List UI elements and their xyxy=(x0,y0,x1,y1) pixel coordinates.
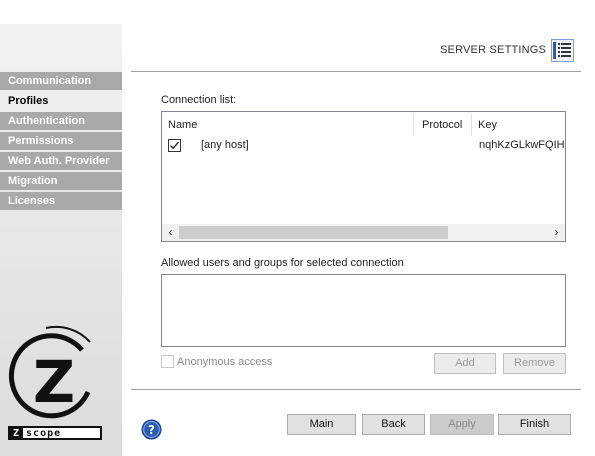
logo-word-first: Z xyxy=(10,428,24,439)
logo-letter: Z xyxy=(33,348,75,416)
users-list-label: Allowed users and groups for selected co… xyxy=(161,257,404,269)
logo-word-rest: scope xyxy=(26,427,62,439)
help-icon[interactable]: ? xyxy=(141,419,162,440)
anonymous-access-checkbox[interactable] xyxy=(161,355,174,368)
scrollbar-thumb[interactable] xyxy=(179,226,448,239)
horizontal-scrollbar[interactable]: ‹ › xyxy=(162,224,565,241)
sidebar-item-communication[interactable]: Communication xyxy=(0,72,122,90)
column-header-name[interactable]: Name xyxy=(162,112,197,137)
main-button[interactable]: Main xyxy=(287,414,356,435)
row-name: [any host] xyxy=(201,139,249,151)
apply-button[interactable]: Apply xyxy=(430,414,494,435)
row-checkbox[interactable] xyxy=(168,139,181,152)
table-row[interactable]: [any host] nqhKzGLkwFQIHJI xyxy=(162,137,565,155)
zscope-logo: Z Z scope xyxy=(6,322,104,442)
zscope-logo-mark: Z xyxy=(8,325,91,419)
finish-button[interactable]: Finish xyxy=(498,414,571,435)
sidebar-item-permissions[interactable]: Permissions xyxy=(0,132,122,150)
users-list[interactable] xyxy=(161,274,566,347)
sidebar-item-web-auth-provider[interactable]: Web Auth. Provider xyxy=(0,152,122,170)
logo-wordmark: Z scope xyxy=(8,426,102,440)
add-button[interactable]: Add xyxy=(434,353,496,374)
connection-list-header: Name Protocol Key xyxy=(162,112,565,137)
column-header-protocol[interactable]: Protocol xyxy=(416,112,462,137)
anonymous-access: Anonymous access xyxy=(161,355,272,368)
remove-button[interactable]: Remove xyxy=(503,353,566,374)
sidebar-nav: Communication Profiles Authentication Pe… xyxy=(0,72,122,212)
sidebar-item-migration[interactable]: Migration xyxy=(0,172,122,190)
header-divider xyxy=(131,71,581,72)
footer-divider xyxy=(131,389,581,390)
scroll-left-icon[interactable]: ‹ xyxy=(162,224,179,241)
connection-list[interactable]: Name Protocol Key [any host] nqhKzGLkwFQ… xyxy=(161,111,566,242)
check-icon xyxy=(170,141,180,150)
column-separator[interactable] xyxy=(413,114,414,136)
back-button[interactable]: Back xyxy=(362,414,425,435)
column-header-key[interactable]: Key xyxy=(472,112,497,137)
sidebar-item-authentication[interactable]: Authentication xyxy=(0,112,122,130)
sidebar-item-licenses[interactable]: Licenses xyxy=(0,192,122,210)
settings-list-icon[interactable] xyxy=(551,39,574,62)
svg-text:?: ? xyxy=(148,423,155,437)
row-key: nqhKzGLkwFQIHJI xyxy=(479,139,565,151)
scroll-right-icon[interactable]: › xyxy=(548,224,565,241)
connection-list-label: Connection list: xyxy=(161,94,237,106)
sidebar-item-profiles[interactable]: Profiles xyxy=(0,92,122,110)
anonymous-access-label: Anonymous access xyxy=(177,355,273,368)
page-title: SERVER SETTINGS xyxy=(440,44,547,56)
